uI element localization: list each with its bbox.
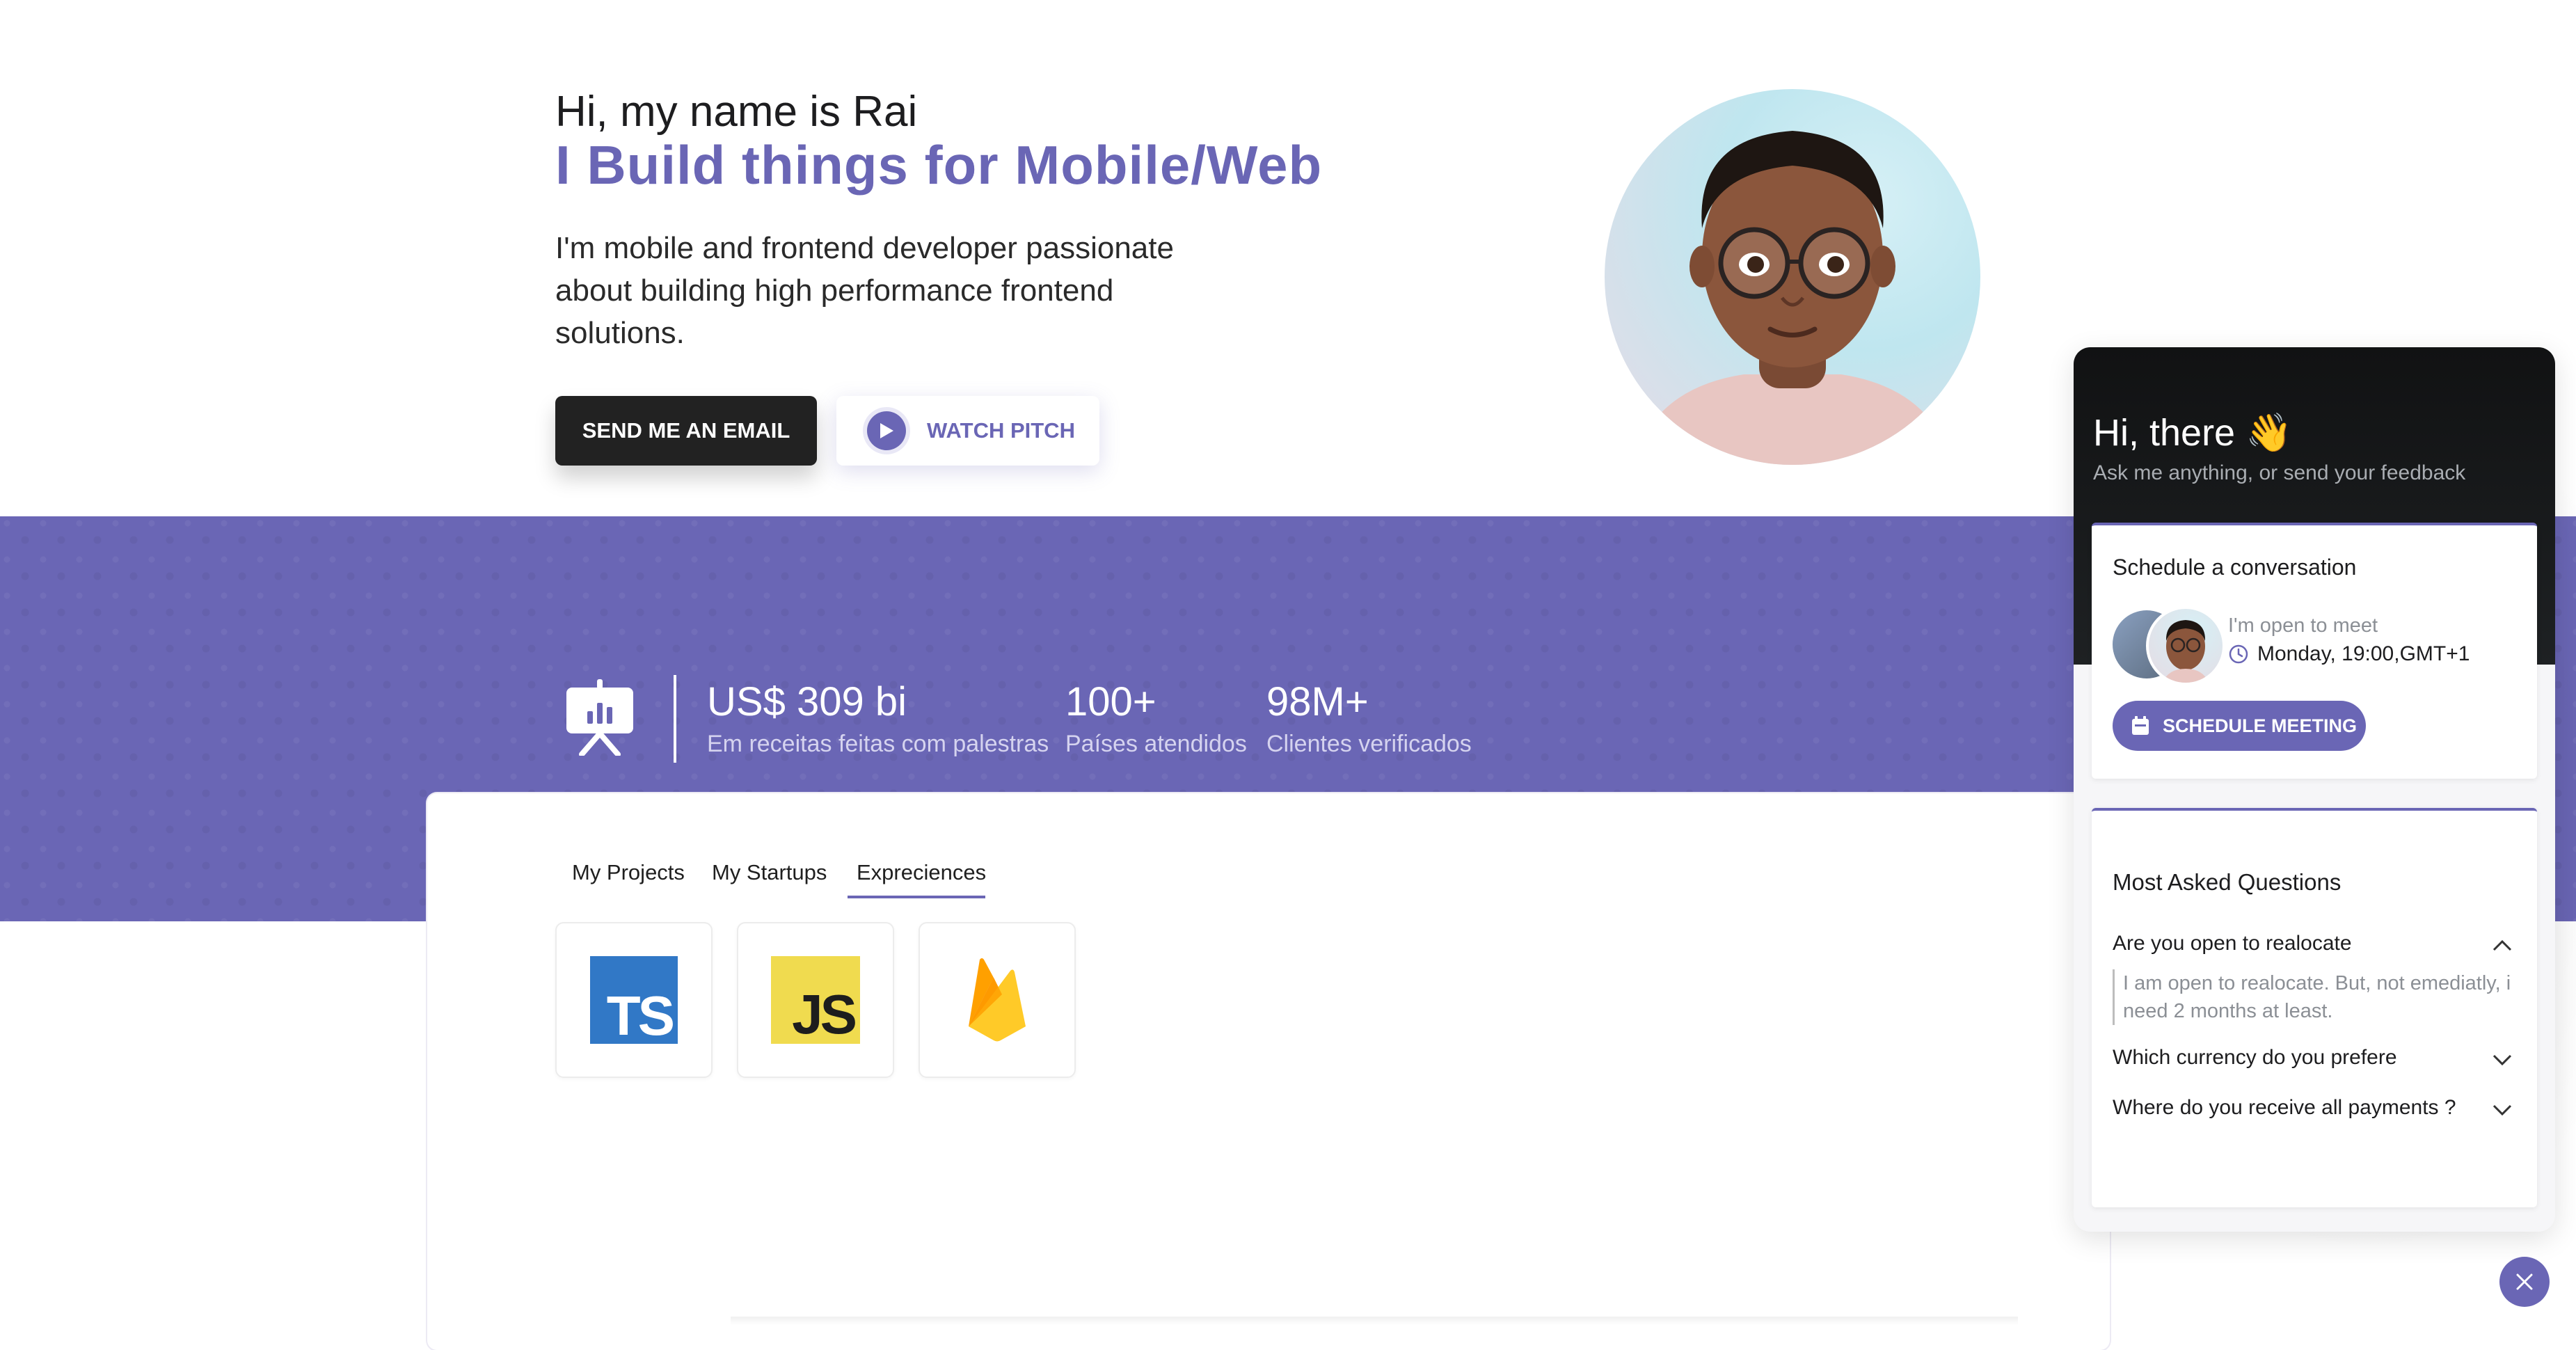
javascript-icon: JS: [771, 956, 860, 1044]
schedule-meeting-label: SCHEDULE MEETING: [2163, 715, 2358, 736]
faq-card: Most Asked Questions Are you open to rea…: [2092, 808, 2537, 1207]
stat-label-revenue: Em receitas feitas com palestras: [707, 731, 1049, 757]
hero-greeting: Hi, my name is Rai: [555, 88, 918, 136]
schedule-card: Schedule a conversation I'm open to meet…: [2092, 523, 2537, 779]
send-email-button[interactable]: SEND ME AN EMAIL: [555, 396, 817, 466]
presentation-board-icon: [561, 678, 639, 757]
faq-question-currency[interactable]: Which currency do you prefere: [2113, 1046, 2397, 1070]
watch-pitch-label: WATCH PITCH: [927, 418, 1075, 443]
faq-question-relocate[interactable]: Are you open to realocate: [2113, 932, 2352, 955]
hero-headline: I Build things for Mobile/Web: [555, 134, 1323, 196]
tech-card-javascript[interactable]: JS: [737, 922, 894, 1078]
chevron-down-icon[interactable]: [2490, 1047, 2515, 1072]
tab-experiences[interactable]: Expreciences: [857, 860, 986, 885]
footer-shadow: [731, 1317, 2018, 1325]
schedule-title: Schedule a conversation: [2113, 555, 2357, 580]
chevron-up-icon[interactable]: [2490, 933, 2515, 958]
typescript-icon: TS: [590, 956, 678, 1044]
stat-label-clients: Clientes verificados: [1266, 731, 1472, 757]
tech-card-typescript[interactable]: TS: [555, 922, 713, 1078]
play-icon: [867, 411, 906, 450]
faq-answer-relocate: I am open to realocate. But, not emediat…: [2113, 969, 2513, 1025]
faq-question-payments[interactable]: Where do you receive all payments ?: [2113, 1096, 2456, 1120]
chat-greeting: Hi, there 👋: [2093, 412, 2293, 454]
availability-text: I'm open to meet: [2228, 614, 2378, 637]
stat-value-revenue: US$ 309 bi: [707, 679, 907, 724]
avatar: [2146, 606, 2225, 685]
tab-my-projects[interactable]: My Projects: [572, 860, 685, 885]
active-tab-indicator: [848, 896, 985, 898]
chat-widget-panel: Hi, there 👋 Ask me anything, or send you…: [2074, 347, 2555, 1232]
meeting-time-label: Monday, 19:00,GMT+1: [2257, 642, 2470, 665]
send-email-label: SEND ME AN EMAIL: [582, 418, 790, 443]
chevron-down-icon[interactable]: [2490, 1097, 2515, 1122]
schedule-meeting-button[interactable]: SCHEDULE MEETING: [2113, 701, 2366, 751]
clock-icon: [2229, 644, 2248, 664]
stat-label-countries: Países atendidos: [1065, 731, 1247, 757]
faq-title: Most Asked Questions: [2113, 869, 2342, 895]
close-chat-button[interactable]: [2499, 1257, 2550, 1307]
watch-pitch-button[interactable]: WATCH PITCH: [836, 396, 1099, 466]
firebase-icon: [969, 958, 1026, 1042]
chat-subtitle: Ask me anything, or send your feedback: [2093, 461, 2466, 484]
profile-avatar: [1605, 89, 1980, 465]
stats-divider: [674, 675, 676, 763]
calendar-icon: [2132, 716, 2149, 735]
meeting-time: Monday, 19:00,GMT+1: [2228, 642, 2470, 666]
tech-card-firebase[interactable]: [919, 922, 1076, 1078]
hero-description: I'm mobile and frontend developer passio…: [555, 231, 1174, 350]
tab-my-startups[interactable]: My Startups: [712, 860, 827, 885]
stat-value-countries: 100+: [1065, 679, 1156, 724]
stat-value-clients: 98M+: [1266, 679, 1369, 724]
close-icon: [2516, 1273, 2533, 1290]
